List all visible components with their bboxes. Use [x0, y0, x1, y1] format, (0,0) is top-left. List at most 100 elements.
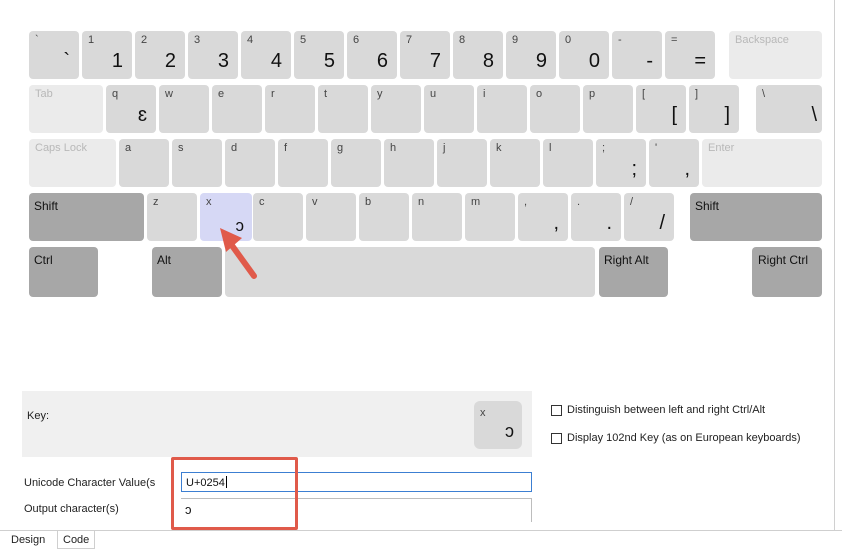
display-102nd-key-checkbox[interactable]: Display 102nd Key (as on European keyboa…: [551, 432, 801, 444]
key-char: 4: [270, 50, 282, 72]
key-backslash[interactable]: \ \: [756, 85, 822, 133]
checkbox-box[interactable]: [551, 404, 562, 416]
key-1[interactable]: 11: [82, 31, 132, 79]
key-w[interactable]: w: [159, 85, 209, 133]
key-s[interactable]: s: [172, 139, 222, 187]
key-e[interactable]: e: [212, 85, 262, 133]
key-7[interactable]: 77: [400, 31, 450, 79]
key-shift-label: f: [284, 142, 288, 154]
key-space[interactable]: [225, 247, 595, 297]
key-shift-label: 4: [247, 34, 254, 46]
vertical-divider: [834, 0, 835, 551]
key-shift-label: u: [430, 88, 437, 100]
key-enter[interactable]: Enter: [702, 139, 822, 187]
key-shift-label: a: [125, 142, 132, 154]
key-comma[interactable]: ,,: [518, 193, 568, 241]
key-z[interactable]: z: [147, 193, 197, 241]
key-k[interactable]: k: [490, 139, 540, 187]
key-8[interactable]: 88: [453, 31, 503, 79]
key-char: 8: [482, 50, 494, 72]
key-slash[interactable]: / /: [624, 193, 674, 241]
key-right-ctrl[interactable]: Right Ctrl: [752, 247, 822, 297]
key-shift-label: t: [324, 88, 328, 100]
key-i[interactable]: i: [477, 85, 527, 133]
key-shift-label: n: [418, 196, 425, 208]
key-shift-label: Shift: [34, 199, 59, 213]
checkbox-box[interactable]: [551, 432, 562, 444]
key-shift-label: Enter: [708, 142, 735, 154]
key-char: 2: [164, 50, 176, 72]
key-char: 9: [535, 50, 547, 72]
key-quote[interactable]: ',: [649, 139, 699, 187]
key-h[interactable]: h: [384, 139, 434, 187]
key-shift-label: \: [762, 88, 766, 100]
key-char: ,: [553, 212, 559, 234]
key-v[interactable]: v: [306, 193, 356, 241]
key-n[interactable]: n: [412, 193, 462, 241]
key-char: \: [811, 104, 817, 126]
key-backspace[interactable]: Backspace: [729, 31, 822, 79]
key-shift-label: Right Alt: [604, 253, 649, 267]
distinguish-ctrl-alt-checkbox[interactable]: Distinguish between left and right Ctrl/…: [551, 404, 765, 416]
key-0[interactable]: 00: [559, 31, 609, 79]
key-a[interactable]: a: [119, 139, 169, 187]
key-shift-label: Backspace: [735, 34, 789, 46]
key-p[interactable]: p: [583, 85, 633, 133]
key-shift-label: s: [178, 142, 184, 154]
key-tab[interactable]: Tab: [29, 85, 103, 133]
key-shift-label: c: [259, 196, 265, 208]
key-shift-label: b: [365, 196, 372, 208]
key-label: Key:: [27, 410, 50, 422]
key-left-bracket[interactable]: [[: [636, 85, 686, 133]
key-backtick[interactable]: ` `: [29, 31, 79, 79]
key-shift-label: 5: [300, 34, 307, 46]
key-shift-label: `: [35, 34, 39, 46]
key-g[interactable]: g: [331, 139, 381, 187]
key-char: 1: [111, 50, 123, 72]
key-caps-lock[interactable]: Caps Lock: [29, 139, 116, 187]
key-shift-label: ;: [602, 142, 606, 154]
key-ctrl[interactable]: Ctrl: [29, 247, 98, 297]
key-t[interactable]: t: [318, 85, 368, 133]
key-shift-label: q: [112, 88, 119, 100]
key-char: 5: [323, 50, 335, 72]
key-m[interactable]: m: [465, 193, 515, 241]
key-q[interactable]: qɛ: [106, 85, 156, 133]
key-shift-label: m: [471, 196, 481, 208]
key-char: 0: [588, 50, 600, 72]
key-6[interactable]: 66: [347, 31, 397, 79]
key-b[interactable]: b: [359, 193, 409, 241]
key-j[interactable]: j: [437, 139, 487, 187]
key-l[interactable]: l: [543, 139, 593, 187]
key-y[interactable]: y: [371, 85, 421, 133]
key-d[interactable]: d: [225, 139, 275, 187]
key-r[interactable]: r: [265, 85, 315, 133]
key-o[interactable]: o: [530, 85, 580, 133]
key-minus[interactable]: --: [612, 31, 662, 79]
annotation-arrow-icon: [220, 228, 257, 279]
key-3[interactable]: 33: [188, 31, 238, 79]
key-semicolon[interactable]: ;;: [596, 139, 646, 187]
key-left-shift[interactable]: Shift: [29, 193, 144, 241]
key-right-alt[interactable]: Right Alt: [599, 247, 668, 297]
key-equals[interactable]: = =: [665, 31, 715, 79]
key-right-bracket[interactable]: ]]: [689, 85, 739, 133]
tab-design[interactable]: Design: [6, 531, 50, 549]
key-alt[interactable]: Alt: [152, 247, 222, 297]
key-2[interactable]: 22: [135, 31, 185, 79]
view-tabs: Design Code: [0, 530, 842, 552]
tab-code[interactable]: Code: [57, 531, 96, 549]
key-shift-label: ,: [524, 196, 528, 208]
key-u[interactable]: u: [424, 85, 474, 133]
key-shift-label: 0: [565, 34, 572, 46]
key-4[interactable]: 44: [241, 31, 291, 79]
key-right-shift[interactable]: Shift: [690, 193, 822, 241]
key-5[interactable]: 55: [294, 31, 344, 79]
key-9[interactable]: 99: [506, 31, 556, 79]
key-shift-label: h: [390, 142, 397, 154]
key-shift-label: ]: [695, 88, 699, 100]
key-shift-label: Shift: [695, 199, 720, 213]
key-period[interactable]: ..: [571, 193, 621, 241]
checkbox-label: Distinguish between left and right Ctrl/…: [567, 404, 766, 416]
key-f[interactable]: f: [278, 139, 328, 187]
